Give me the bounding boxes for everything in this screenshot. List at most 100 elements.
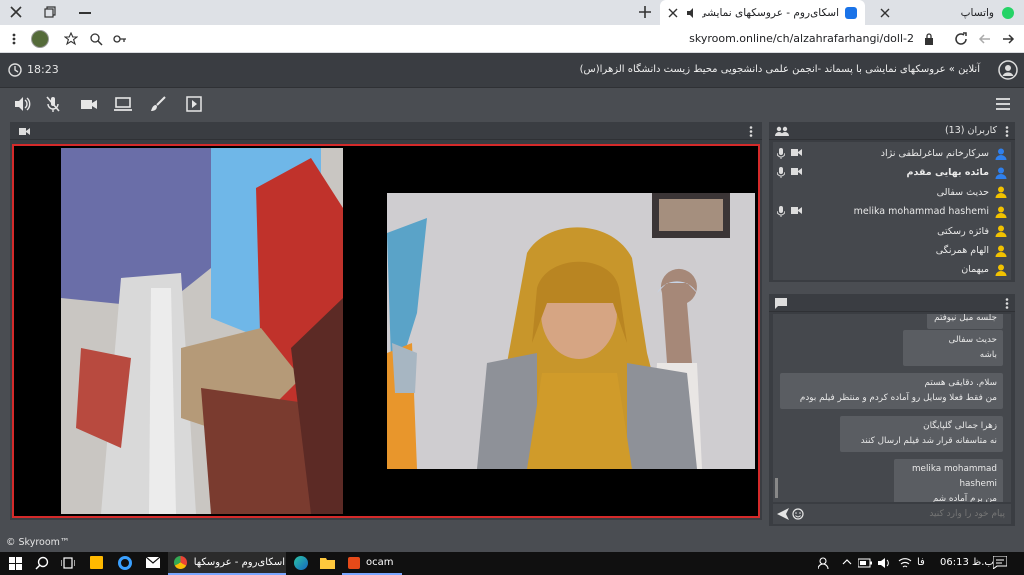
key-icon[interactable] [113,33,127,45]
bookmark-star-icon[interactable] [64,32,78,46]
user-icon [995,225,1007,238]
ocam-taskbar-label: ocam [366,557,394,568]
language-indicator[interactable]: فا [917,557,925,568]
windows-start-icon[interactable] [9,557,22,570]
chat-message-sender: melika mohammad hashemi [911,464,997,489]
chat-messages-area[interactable]: جلسه میل نیوفتم حدیث سفالی باشه سلام. دق… [773,314,1011,502]
speaker-volume-icon[interactable] [13,95,31,113]
lock-icon[interactable] [924,33,934,45]
user-icon [995,167,1007,179]
media-player-icon[interactable] [185,95,203,113]
user-icon [995,186,1007,199]
video-camera-icon [791,167,803,178]
chat-message: حدیث سفالی باشه [903,330,1003,366]
battery-icon[interactable] [858,558,872,568]
reload-icon[interactable] [954,32,968,46]
user-list-item[interactable]: سرکارخانم ساغرلطفی نژاد [777,144,1007,163]
send-icon[interactable] [777,508,789,520]
chat-message: melika mohammad hashemi من برم آماده شم [894,459,1003,502]
account-avatar-icon[interactable] [998,60,1018,80]
user-list-item[interactable]: فائزه رسکتی [777,222,1007,241]
url-text[interactable]: skyroom.online/ch/alzahrafarhangi/doll-2 [689,32,914,45]
hamburger-menu-icon[interactable] [995,97,1013,115]
chat-message-sender: حدیث سفالی [948,335,997,345]
zoom-icon[interactable] [89,32,103,46]
camera-feed-left [61,148,343,514]
volume-icon[interactable] [878,557,892,569]
chat-message-text: باشه [979,350,997,360]
screen-share-icon[interactable] [114,95,132,113]
chat-bubble-icon [775,298,787,309]
ocam-taskbar-item[interactable]: ocam [342,552,402,575]
tab-close-icon[interactable] [880,8,890,18]
edge-icon[interactable] [294,556,308,570]
chrome-taskbar-label: اسکای‌روم - عروسکهای [193,557,285,568]
user-name: میهمان [961,264,989,276]
mail-icon[interactable] [146,557,160,568]
user-icon [995,148,1007,160]
video-stream-frame[interactable] [12,144,760,518]
clock-icon [8,63,22,77]
task-view-icon[interactable] [61,557,75,569]
chat-message: سلام. دقایقی هستم من فقط فعلا وسایل رو آ… [780,373,1003,409]
address-bar: skyroom.online/ch/alzahrafarhangi/doll-2 [0,25,1024,53]
store-icon[interactable] [90,556,103,569]
tab-whatsapp[interactable]: واتساپ [872,0,1022,25]
people-icon[interactable] [818,557,832,569]
chat-message-text: جلسه میل نیوفتم [934,314,997,323]
profile-avatar[interactable] [31,30,49,48]
taskbar-clock[interactable]: ب.ظ 06:13 [940,557,994,568]
tab-skyroom[interactable]: اسکای‌روم - عروسکهای نمایشی [660,0,865,25]
skyroom-brand: © Skyroom™ [6,537,70,548]
chat-message: زهرا جمالی گلپایگان نه متاسفانه قرار شد … [840,416,1003,452]
microphone-icon [777,167,785,179]
user-list-item[interactable]: حدیث سفالی [777,183,1007,202]
chat-scrollbar[interactable] [775,478,778,498]
room-title: آنلاین » عروسکهای نمایشی با پسماند -انجم… [579,64,980,75]
wifi-icon[interactable] [898,557,912,569]
new-tab-button[interactable] [637,4,653,20]
whiteboard-brush-icon[interactable] [149,95,167,113]
user-list-item[interactable]: الهام همرنگی [777,241,1007,260]
microphone-muted-icon[interactable] [44,95,62,113]
user-list-item[interactable]: melika mohammad hashemi [777,202,1007,221]
session-time: 18:23 [27,63,59,76]
menu-kebab-icon[interactable] [12,33,16,45]
chat-message-text: سلام. دقایقی هستم [924,378,997,388]
emoji-icon[interactable] [792,508,804,520]
chat-panel-options-icon[interactable] [1005,298,1009,309]
back-arrow-icon[interactable] [1001,32,1015,46]
chrome-taskbar-item[interactable]: اسکای‌روم - عروسکهای [168,552,286,575]
forward-arrow-icon[interactable] [978,32,992,46]
window-minimize-icon[interactable] [79,12,91,14]
edge-legacy-icon[interactable] [118,556,132,570]
chat-message-text: من فقط فعلا وسایل رو آماده کردم و منتظر … [799,393,997,403]
user-list-item[interactable]: میهمان [777,260,1007,279]
whatsapp-favicon-icon [1002,6,1014,19]
video-camera-icon [791,206,803,217]
chat-message-input[interactable] [809,506,1005,522]
file-explorer-icon[interactable] [320,557,335,569]
chat-message: جلسه میل نیوفتم [927,314,1003,329]
window-restore-icon[interactable] [44,6,56,18]
notifications-icon[interactable] [993,556,1007,569]
room-header: 18:23 آنلاین » عروسکهای نمایشی با پسماند… [0,53,1024,88]
window-close-icon[interactable] [9,5,23,19]
user-list-item[interactable]: مائده بهایی مقدم [777,163,1007,182]
user-name: مائده بهایی مقدم [906,167,989,179]
ocam-icon [348,556,360,569]
video-camera-icon [791,148,803,159]
chevron-up-icon[interactable] [842,559,852,565]
chat-message-sender: زهرا جمالی گلپایگان [923,421,997,431]
windows-taskbar: اسکای‌روم - عروسکهای ocam فا ب.ظ 06:13 [0,552,1024,575]
user-name: فائزه رسکتی [937,225,989,237]
user-icon [995,264,1007,276]
user-name: حدیث سفالی [936,186,989,198]
tab-close-icon[interactable] [668,8,678,18]
users-panel-options-icon[interactable] [1005,126,1009,137]
camera-icon[interactable] [80,95,98,113]
skyroom-favicon-icon [845,6,857,19]
chat-message-text: من برم آماده شم [932,494,997,502]
video-panel-options-icon[interactable] [749,126,753,137]
search-icon[interactable] [35,556,49,570]
